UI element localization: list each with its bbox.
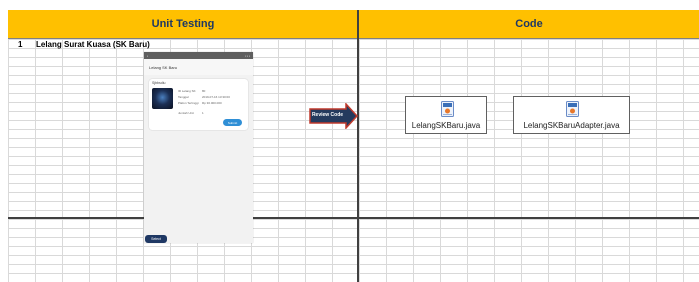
phone-status-left: ▪ (147, 53, 149, 58)
field-row: ID Lelang SK 80 (178, 89, 205, 93)
row-title: Lelang Surat Kuasa (SK Baru) (36, 40, 150, 49)
review-code-label: Review Code (311, 112, 344, 118)
submit-button[interactable]: Submit (223, 119, 242, 126)
field-value: Rp 30.000.000 (202, 101, 222, 105)
column-divider (357, 10, 359, 282)
field-value: 80 (202, 89, 206, 93)
java-file-icon (566, 101, 579, 117)
field-value: 1 (202, 111, 204, 115)
file-lelangskbaruadapter[interactable]: LelangSKBaruAdapter.java (513, 96, 630, 134)
spreadsheet-grid[interactable] (8, 10, 699, 282)
java-file-icon (441, 101, 454, 117)
header-divider (8, 38, 699, 39)
section-divider (8, 217, 699, 219)
row-number: 1 (18, 40, 23, 49)
file-lelangskbaru[interactable]: LelangSKBaru.java (405, 96, 487, 134)
card-title: Sjbbsdiu (152, 81, 166, 85)
field-row: Jumlah Unit 1 (178, 111, 204, 115)
phone-app-bar: Lelang SK Baru (144, 59, 253, 75)
field-row: Plafon Tertinggi Rp 30.000.000 (178, 101, 222, 105)
phone-status-bar: ▪ ▪ ▪ ▪ (144, 52, 253, 59)
file-name: LelangSKBaru.java (411, 121, 481, 130)
field-label: Jumlah Unit (178, 111, 194, 115)
field-label: Tanggal (178, 95, 189, 99)
select-button[interactable]: Select (145, 235, 167, 243)
field-label: Plafon Tertinggi (178, 101, 199, 105)
field-row: Tanggal 2019-07-16 13:30:00 (178, 95, 230, 99)
header-unit-testing: Unit Testing (8, 10, 358, 38)
phone-screenshot: ▪ ▪ ▪ ▪ Lelang SK Baru Sjbbsdiu ID Lelan… (144, 52, 253, 243)
header-code: Code (359, 10, 699, 38)
phone-app-title: Lelang SK Baru (149, 64, 178, 70)
field-value: 2019-07-16 13:30:00 (202, 95, 230, 99)
file-name: LelangSKBaruAdapter.java (523, 121, 620, 130)
field-label: ID Lelang SK (178, 89, 196, 93)
lelang-card[interactable]: Sjbbsdiu ID Lelang SK 80 Tanggal 2019-07… (149, 79, 248, 130)
phone-status-right: ▪ ▪ ▪ (245, 53, 250, 58)
card-thumbnail-image (152, 88, 173, 109)
